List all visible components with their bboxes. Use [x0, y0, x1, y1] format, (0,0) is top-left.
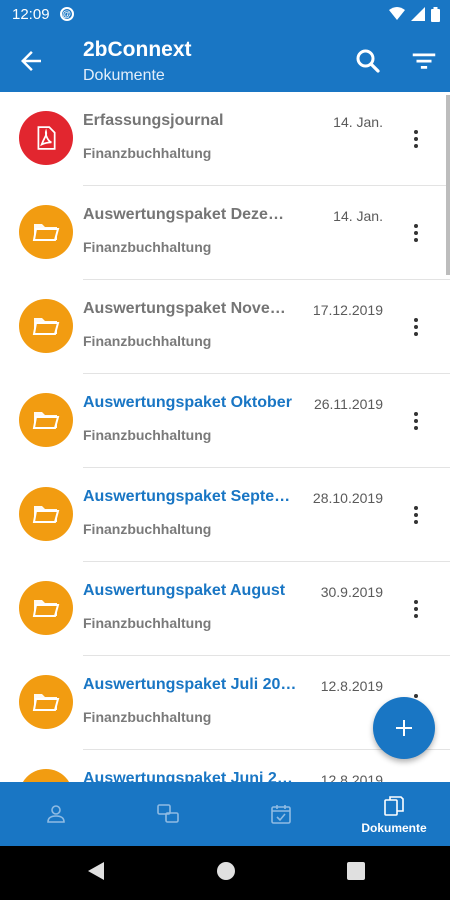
pdf-avatar — [19, 111, 73, 165]
nav-item-contacts[interactable] — [0, 782, 112, 846]
more-options-icon[interactable] — [403, 502, 429, 528]
document-name: Auswertungspaket Juni 2019 — [83, 770, 298, 782]
list-item[interactable]: Auswertungspaket Dezember 14. Jan. Finanzb… — [19, 186, 450, 280]
back-triangle-icon[interactable] — [86, 860, 106, 882]
document-date: 17.12.2019 — [312, 302, 383, 318]
folder-avatar — [19, 393, 73, 447]
document-name: Auswertungspaket August — [83, 582, 286, 599]
status-time: 12:09 — [12, 5, 50, 23]
document-name: Auswertungspaket November — [83, 300, 298, 317]
recents-square-icon[interactable] — [346, 860, 366, 882]
add-document-button[interactable] — [373, 697, 435, 759]
folder-icon — [32, 694, 60, 711]
system-navigation — [0, 846, 450, 900]
document-name: Erfassungsjournal — [83, 112, 224, 129]
more-options-icon[interactable] — [403, 220, 429, 246]
document-category: Finanzbuchhaltung — [83, 521, 212, 537]
at-sign-icon: @ — [59, 7, 74, 21]
document-category: Finanzbuchhaltung — [83, 145, 212, 161]
more-options-icon[interactable] — [403, 596, 429, 622]
search-icon[interactable] — [353, 46, 383, 76]
document-date: 14. Jan. — [333, 208, 383, 224]
folder-icon — [32, 412, 60, 429]
battery-icon — [431, 6, 440, 22]
more-options-icon[interactable] — [403, 314, 429, 340]
documents-icon — [384, 795, 404, 816]
list-item[interactable]: Auswertungspaket November 17.12.2019 Finan… — [19, 280, 450, 374]
folder-icon — [32, 224, 60, 241]
more-options-icon[interactable] — [403, 408, 429, 434]
status-icons — [389, 6, 440, 22]
folder-avatar — [19, 769, 73, 782]
document-category: Finanzbuchhaltung — [83, 427, 212, 443]
folder-icon — [32, 318, 60, 335]
document-date: 12.8.2019 — [320, 678, 383, 694]
scrollbar[interactable] — [446, 95, 450, 275]
document-category: Finanzbuchhaltung — [83, 333, 212, 349]
arrow-left-icon[interactable] — [16, 46, 46, 76]
document-name: Auswertungspaket September — [83, 488, 298, 505]
calendar-check-icon — [271, 805, 291, 824]
document-date: 26.11.2019 — [313, 396, 383, 412]
home-circle-icon[interactable] — [215, 860, 237, 882]
app-title: 2bConnext — [83, 38, 192, 61]
folder-icon — [32, 506, 60, 523]
list-item[interactable]: Auswertungspaket Oktober 26.11.2019 Finanz… — [19, 374, 450, 468]
app-bar: 2bConnext Dokumente — [0, 28, 450, 92]
nav-label-documents: Dokumente — [361, 820, 427, 835]
list-item[interactable]: Erfassungsjournal 14. Jan. Finanzbuchhaltu… — [19, 92, 450, 186]
document-date: 30.9.2019 — [320, 584, 383, 600]
nav-item-calendar[interactable] — [225, 782, 337, 846]
document-name: Auswertungspaket Oktober — [83, 394, 292, 411]
document-name: Auswertungspaket Dezember — [83, 206, 298, 223]
folder-icon — [32, 600, 60, 617]
list-item[interactable]: Auswertungspaket September 28.10.2019 Fina… — [19, 468, 450, 562]
folder-avatar — [19, 299, 73, 353]
document-category: Finanzbuchhaltung — [83, 239, 212, 255]
nav-item-documents[interactable]: Dokumente — [338, 782, 450, 846]
filter-icon[interactable] — [409, 46, 439, 76]
document-category: Finanzbuchhaltung — [83, 709, 212, 725]
plus-icon — [396, 720, 412, 736]
bottom-navigation: Dokumente — [0, 782, 450, 846]
person-icon — [47, 805, 65, 823]
list-item[interactable]: Auswertungspaket August 30.9.2019 Finanzbu… — [19, 562, 450, 656]
signal-icon — [411, 7, 425, 21]
folder-avatar — [19, 205, 73, 259]
more-options-icon[interactable] — [403, 126, 429, 152]
document-date: 12.8.2019 — [320, 772, 383, 782]
pdf-icon — [37, 126, 56, 150]
document-category: Finanzbuchhaltung — [83, 615, 212, 631]
document-list: Erfassungsjournal 14. Jan. Finanzbuchhaltu… — [0, 92, 450, 782]
document-name: Auswertungspaket Juli 2019 — [83, 676, 298, 693]
nav-item-messages[interactable] — [112, 782, 224, 846]
chat-bubbles-icon — [157, 804, 179, 823]
status-bar: 12:09 @ — [0, 0, 450, 28]
folder-avatar — [19, 487, 73, 541]
document-date: 14. Jan. — [333, 114, 383, 130]
wifi-icon — [389, 7, 405, 20]
folder-avatar — [19, 675, 73, 729]
document-date: 28.10.2019 — [312, 490, 383, 506]
folder-avatar — [19, 581, 73, 635]
app-subtitle: Dokumente — [83, 67, 165, 84]
